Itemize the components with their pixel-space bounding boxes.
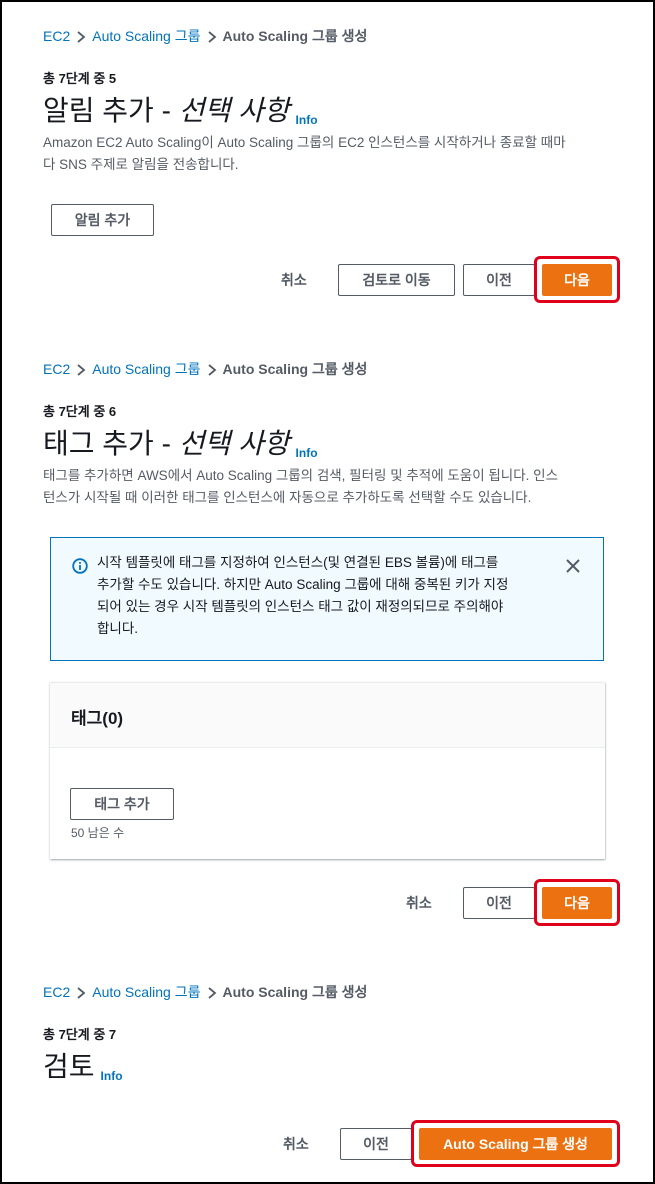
section-description: 태그를 추가하면 AWS에서 Auto Scaling 그룹의 검색, 필터링 … bbox=[43, 465, 618, 509]
breadcrumb: EC2 Auto Scaling 그룹 Auto Scaling 그룹 생성 bbox=[43, 982, 367, 1002]
page-title: 태그 추가 - 선택 사항 Info bbox=[43, 422, 318, 462]
create-asg-button[interactable]: Auto Scaling 그룹 생성 bbox=[419, 1128, 612, 1160]
chevron-right-icon bbox=[70, 984, 92, 1000]
info-link[interactable]: Info bbox=[296, 446, 318, 460]
title-main: 검토 bbox=[43, 1051, 95, 1082]
alert-line: 시작 템플릿에 태그를 지정하여 인스턴스(및 연결된 EBS 볼륨)에 태그를 bbox=[97, 555, 499, 570]
alert-line: 합니다. bbox=[97, 621, 139, 636]
chevron-right-icon bbox=[70, 28, 92, 44]
cancel-button[interactable]: 취소 bbox=[406, 893, 432, 913]
previous-button[interactable]: 이전 bbox=[340, 1128, 412, 1160]
chevron-right-icon bbox=[70, 361, 92, 377]
title-main: 태그 추가 - bbox=[43, 428, 179, 459]
next-button[interactable]: 다음 bbox=[542, 887, 612, 919]
info-alert: 시작 템플릿에 태그를 지정하여 인스턴스(및 연결된 EBS 볼륨)에 태그를… bbox=[50, 537, 604, 661]
alert-line: 추가할 수도 있습니다. 하지만 Auto Scaling 그룹에 대해 중복된… bbox=[97, 577, 509, 592]
breadcrumb-ec2-link[interactable]: EC2 bbox=[43, 984, 70, 1000]
page-title: 검토 Info bbox=[43, 1045, 123, 1085]
next-button[interactable]: 다음 bbox=[542, 264, 612, 296]
chevron-right-icon bbox=[201, 28, 223, 44]
breadcrumb-ec2-link[interactable]: EC2 bbox=[43, 28, 70, 44]
breadcrumb-ec2-link[interactable]: EC2 bbox=[43, 361, 70, 377]
info-link[interactable]: Info bbox=[101, 1069, 123, 1083]
alert-message: 시작 템플릿에 태그를 지정하여 인스턴스(및 연결된 EBS 볼륨)에 태그를… bbox=[97, 552, 557, 640]
panel-header bbox=[50, 683, 605, 748]
step-indicator: 총 7단계 중 6 bbox=[43, 404, 117, 419]
breadcrumb-current: Auto Scaling 그룹 생성 bbox=[222, 28, 368, 44]
breadcrumb-current: Auto Scaling 그룹 생성 bbox=[222, 361, 368, 377]
panel-title: 태그(0) bbox=[71, 709, 124, 728]
breadcrumb: EC2 Auto Scaling 그룹 Auto Scaling 그룹 생성 bbox=[43, 359, 367, 379]
info-link[interactable]: Info bbox=[296, 113, 318, 127]
breadcrumb-current: Auto Scaling 그룹 생성 bbox=[222, 984, 368, 1000]
remaining-count: 50 남은 수 bbox=[71, 826, 125, 840]
breadcrumb-asg-link[interactable]: Auto Scaling 그룹 bbox=[92, 982, 200, 1002]
cancel-button[interactable]: 취소 bbox=[283, 1134, 309, 1154]
step-indicator: 총 7단계 중 5 bbox=[43, 71, 117, 86]
cancel-button[interactable]: 취소 bbox=[281, 270, 307, 290]
title-main: 알림 추가 - bbox=[43, 95, 179, 126]
add-notification-button[interactable]: 알림 추가 bbox=[51, 204, 154, 236]
description-line: 턴스가 시작될 때 이러한 태그를 인스턴스에 자동으로 추가하도록 선택할 수… bbox=[43, 490, 532, 505]
add-tag-button[interactable]: 태그 추가 bbox=[70, 788, 174, 820]
description-line: 다 SNS 주제로 알림을 전송합니다. bbox=[43, 157, 239, 172]
breadcrumb: EC2 Auto Scaling 그룹 Auto Scaling 그룹 생성 bbox=[43, 26, 367, 46]
description-line: 태그를 추가하면 AWS에서 Auto Scaling 그룹의 검색, 필터링 … bbox=[43, 468, 558, 483]
title-optional: 선택 사항 bbox=[178, 428, 290, 459]
info-circle-icon bbox=[72, 558, 88, 579]
alert-line: 되어 있는 경우 시작 템플릿의 인스턴스 태그 값이 재정의되므로 주의해야 bbox=[97, 599, 504, 614]
breadcrumb-asg-link[interactable]: Auto Scaling 그룹 bbox=[92, 26, 200, 46]
chevron-right-icon bbox=[201, 361, 223, 377]
go-to-review-button[interactable]: 검토로 이동 bbox=[338, 264, 455, 296]
previous-button[interactable]: 이전 bbox=[463, 264, 535, 296]
step-indicator: 총 7단계 중 7 bbox=[43, 1027, 117, 1042]
description-line: Amazon EC2 Auto Scaling이 Auto Scaling 그룹… bbox=[43, 135, 566, 150]
previous-button[interactable]: 이전 bbox=[463, 887, 535, 919]
chevron-right-icon bbox=[201, 984, 223, 1000]
page-title: 알림 추가 - 선택 사항 Info bbox=[43, 89, 318, 129]
section-description: Amazon EC2 Auto Scaling이 Auto Scaling 그룹… bbox=[43, 132, 613, 176]
tags-panel: 태그(0) 태그 추가 50 남은 수 bbox=[50, 682, 605, 859]
title-optional: 선택 사항 bbox=[178, 95, 290, 126]
close-icon[interactable] bbox=[565, 558, 581, 579]
breadcrumb-asg-link[interactable]: Auto Scaling 그룹 bbox=[92, 359, 200, 379]
